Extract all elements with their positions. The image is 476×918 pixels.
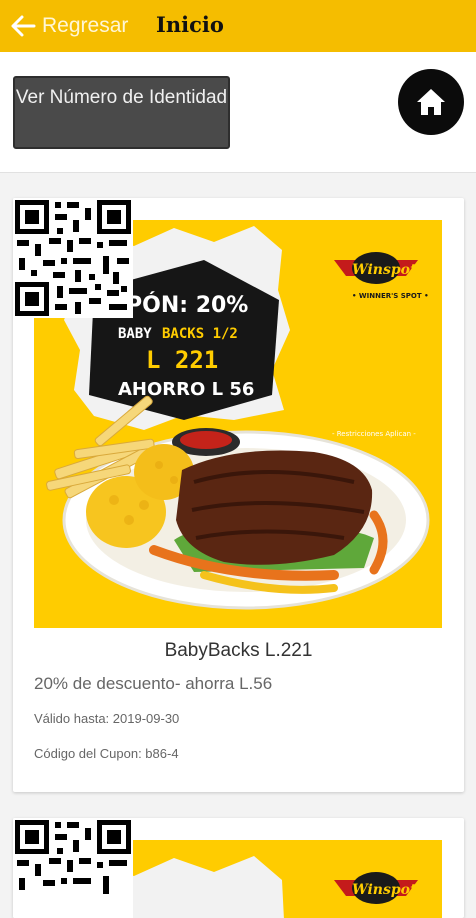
toolbar: Ver Número de Identidad — [0, 52, 476, 173]
qr-code — [13, 198, 133, 318]
coupon-title: BabyBacks L.221 — [164, 640, 313, 661]
promo-savings: AHORRO L 56 — [118, 379, 254, 400]
coupon-card[interactable]: PÓN: 20% BABY BACKS 1/2 L 221 AHORRO L 5… — [13, 198, 464, 792]
page-title: Inicio — [156, 12, 224, 37]
promo-item-line2: BACKS 1/2 — [162, 326, 238, 342]
coupon-valid-until: Válido hasta: 2019-09-30 — [34, 711, 180, 726]
coupon-card[interactable]: Winspot — [13, 818, 464, 918]
home-button[interactable] — [398, 69, 464, 135]
winspot-logo: Winspot — [334, 872, 418, 904]
promo-item-line1: BABY — [118, 326, 152, 342]
back-button[interactable]: Regresar — [10, 12, 128, 40]
home-icon — [417, 89, 445, 115]
promo-price: L 221 — [146, 346, 218, 374]
back-label: Regresar — [42, 14, 129, 37]
view-id-number-button[interactable]: Ver Número de Identidad — [13, 76, 230, 149]
brand-name: Winspot — [352, 262, 417, 278]
app-header: Regresar Inicio — [0, 0, 476, 52]
qr-code — [13, 818, 133, 918]
restrictions-text: - Restricciones Aplican - — [332, 430, 416, 438]
coupon-code: Código del Cupon: b86-4 — [34, 746, 179, 761]
brand-tagline: • WINNER'S SPOT • — [352, 292, 429, 300]
promo-coupon-text: PÓN: 20% — [126, 292, 248, 318]
coupon-description: 20% de descuento- ahorra L.56 — [34, 674, 273, 693]
winspot-logo: Winspot • WINNER'S SPOT • — [334, 252, 429, 300]
arrow-left-icon — [11, 15, 36, 37]
brand-name: Winspot — [352, 882, 417, 898]
